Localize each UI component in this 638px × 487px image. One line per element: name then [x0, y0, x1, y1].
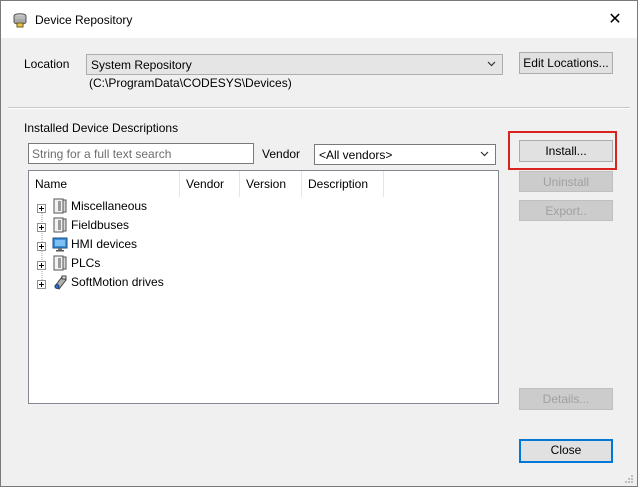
location-label: Location — [24, 57, 70, 71]
tree-item-label: Fieldbuses — [71, 218, 130, 232]
expand-plus-icon[interactable] — [37, 278, 46, 289]
export-button[interactable]: Export.. — [519, 200, 613, 221]
tree-item-fieldbuses[interactable]: Fieldbuses — [29, 216, 329, 235]
location-dropdown[interactable]: System Repository — [86, 54, 503, 75]
expand-plus-icon[interactable] — [37, 221, 46, 232]
chevron-down-icon — [487, 58, 496, 70]
title-bar: Device Repository ✕ — [1, 1, 637, 38]
tree-item-plcs[interactable]: PLCs — [29, 254, 329, 273]
monitor-icon — [52, 236, 68, 252]
device-tree[interactable]: Name Vendor Version Description Miscella… — [28, 170, 499, 404]
device-icon — [52, 198, 68, 214]
column-header-name[interactable]: Name — [29, 171, 180, 197]
tree-item-softmotion-drives[interactable]: SoftMotion drives — [29, 273, 329, 292]
vendor-label: Vendor — [262, 147, 301, 161]
close-window-icon[interactable]: ✕ — [599, 8, 631, 32]
location-path: (C:\ProgramData\CODESYS\Devices) — [89, 76, 292, 90]
location-selected: System Repository — [91, 58, 192, 72]
tree-item-hmi-devices[interactable]: HMI devices — [29, 235, 329, 254]
expand-plus-icon[interactable] — [37, 240, 46, 251]
column-header-description[interactable]: Description — [302, 171, 384, 197]
resize-grip-icon[interactable] — [624, 473, 634, 483]
tree-item-label: PLCs — [71, 256, 101, 270]
device-repository-window: Device Repository ✕ Location System Repo… — [0, 0, 638, 487]
close-button[interactable]: Close — [519, 439, 613, 463]
column-header-vendor[interactable]: Vendor — [180, 171, 240, 197]
vendor-dropdown[interactable]: <All vendors> — [314, 144, 496, 165]
device-repository-icon — [12, 12, 28, 28]
device-icon — [52, 217, 68, 233]
expand-plus-icon[interactable] — [37, 259, 46, 270]
separator — [8, 107, 630, 109]
device-icon — [52, 255, 68, 271]
details-button[interactable]: Details... — [519, 388, 613, 410]
tree-item-label: HMI devices — [71, 237, 138, 251]
softmotion-drive-icon — [52, 274, 68, 290]
install-highlight-box — [508, 131, 617, 170]
tree-item-label: Miscellaneous — [71, 199, 148, 213]
tree-item-miscellaneous[interactable]: Miscellaneous — [29, 197, 329, 216]
search-field[interactable] — [28, 143, 254, 164]
uninstall-button[interactable]: Uninstall — [519, 171, 613, 192]
vendor-selected: <All vendors> — [319, 148, 393, 162]
chevron-down-icon — [480, 148, 489, 160]
search-input[interactable] — [29, 144, 253, 163]
installed-heading: Installed Device Descriptions — [24, 121, 179, 135]
column-header-version[interactable]: Version — [240, 171, 302, 197]
tree-item-label: SoftMotion drives — [71, 275, 164, 289]
expand-plus-icon[interactable] — [37, 202, 46, 213]
window-title: Device Repository — [35, 13, 133, 27]
edit-locations-button[interactable]: Edit Locations... — [519, 52, 613, 74]
